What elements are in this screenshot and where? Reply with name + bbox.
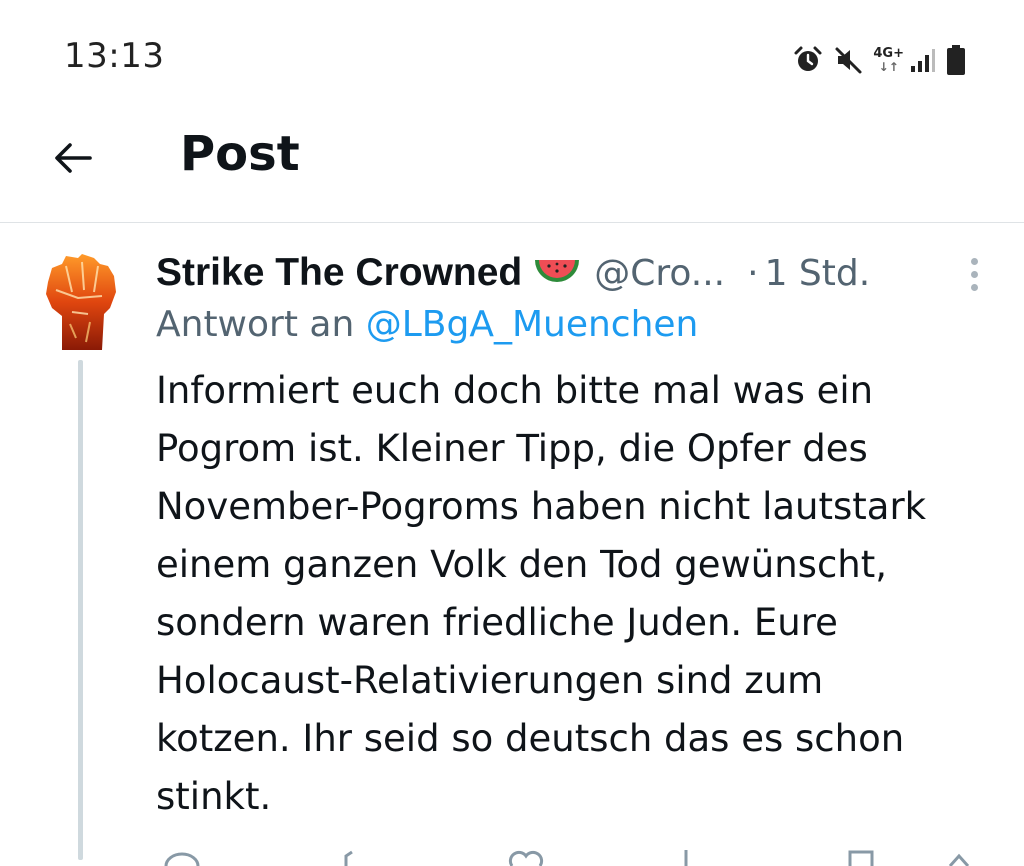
top-app-bar: Post bbox=[0, 110, 1024, 223]
status-bar: 13:13 4G+ ↓↑ bbox=[0, 0, 1024, 110]
post-time[interactable]: 1 Std. bbox=[765, 253, 871, 294]
bookmark-icon[interactable] bbox=[846, 846, 876, 866]
post-header: Strike The Crowned @Cro... · 1 Std. bbox=[156, 248, 996, 298]
mute-icon bbox=[835, 47, 862, 74]
separator-dot: · bbox=[747, 252, 759, 294]
more-dot-icon bbox=[970, 257, 978, 265]
network-label: 4G+ bbox=[873, 46, 904, 61]
network-4g-icon: 4G+ ↓↑ bbox=[873, 46, 904, 74]
retweet-icon[interactable] bbox=[340, 846, 370, 866]
user-handle[interactable]: @Cro... bbox=[594, 253, 725, 294]
avatar[interactable] bbox=[42, 252, 120, 352]
more-dot-icon bbox=[970, 270, 978, 278]
views-icon[interactable] bbox=[676, 846, 696, 866]
battery-icon bbox=[947, 45, 965, 75]
display-name[interactable]: Strike The Crowned bbox=[156, 251, 522, 295]
signal-icon bbox=[911, 49, 935, 72]
watermelon-icon bbox=[532, 256, 582, 290]
alarm-icon bbox=[794, 46, 822, 71]
reply-prefix: Antwort an bbox=[156, 304, 355, 345]
action-bar bbox=[156, 846, 986, 866]
network-arrows-icon: ↓↑ bbox=[878, 60, 899, 74]
post-text: Informiert euch doch bitte mal was ein P… bbox=[156, 369, 927, 818]
more-dot-icon bbox=[970, 283, 978, 291]
page-title: Post bbox=[180, 126, 300, 182]
status-time: 13:13 bbox=[64, 36, 165, 76]
share-icon[interactable] bbox=[944, 846, 974, 866]
raised-fist-icon bbox=[46, 254, 116, 350]
like-icon[interactable] bbox=[506, 846, 546, 866]
more-options-button[interactable] bbox=[956, 252, 992, 296]
arrow-left-icon bbox=[55, 143, 92, 173]
reply-handle-link[interactable]: @LBgA_Muenchen bbox=[366, 304, 699, 345]
back-button[interactable] bbox=[44, 130, 100, 186]
thread-line bbox=[78, 360, 83, 860]
status-icons: 4G+ ↓↑ bbox=[793, 40, 966, 80]
reply-icon[interactable] bbox=[162, 846, 202, 866]
reply-to-line: Antwort an @LBgA_Muenchen bbox=[156, 304, 698, 345]
